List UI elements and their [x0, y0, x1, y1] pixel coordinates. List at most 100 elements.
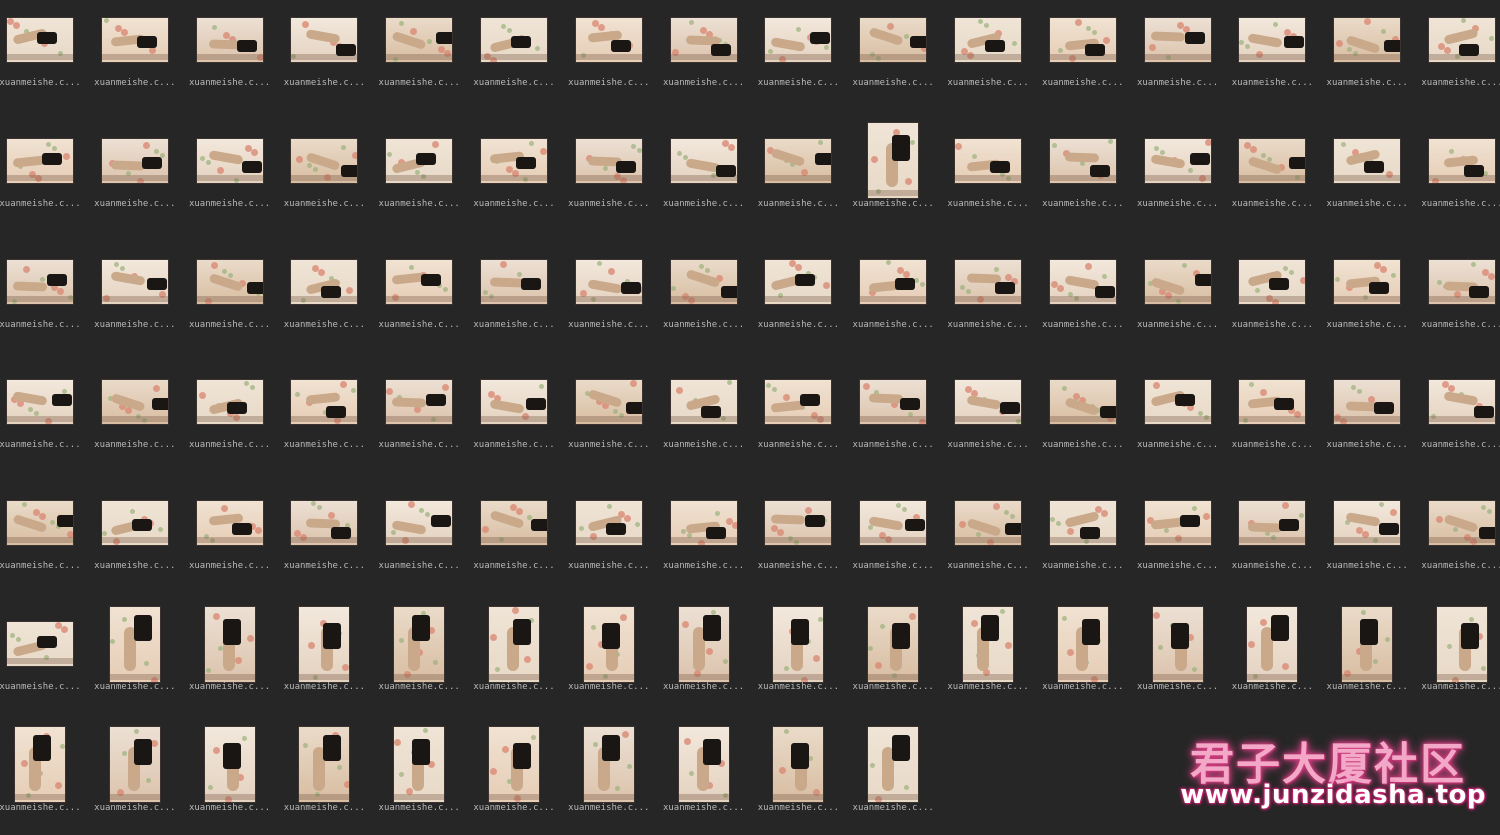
file-item[interactable]: xuanmeishe.c...: [0, 121, 81, 231]
file-item[interactable]: xuanmeishe.c...: [1042, 483, 1123, 593]
file-item[interactable]: xuanmeishe.c...: [1421, 0, 1500, 110]
file-item[interactable]: xuanmeishe.c...: [94, 483, 175, 593]
file-item[interactable]: xuanmeishe.c...: [1232, 483, 1313, 593]
file-item[interactable]: xuanmeishe.c...: [663, 362, 744, 472]
file-item[interactable]: xuanmeishe.c...: [284, 242, 365, 352]
file-item[interactable]: xuanmeishe.c...: [189, 121, 270, 231]
file-item[interactable]: xuanmeishe.c...: [663, 604, 744, 714]
file-item[interactable]: xuanmeishe.c...: [1327, 604, 1408, 714]
file-item[interactable]: xuanmeishe.c...: [1421, 121, 1500, 231]
file-item[interactable]: xuanmeishe.c...: [663, 725, 744, 835]
file-item[interactable]: xuanmeishe.c...: [1327, 483, 1408, 593]
file-item[interactable]: xuanmeishe.c...: [568, 604, 649, 714]
file-item[interactable]: xuanmeishe.c...: [94, 362, 175, 472]
file-item[interactable]: xuanmeishe.c...: [853, 483, 934, 593]
file-item[interactable]: xuanmeishe.c...: [0, 242, 81, 352]
file-item[interactable]: xuanmeishe.c...: [1327, 362, 1408, 472]
file-item[interactable]: xuanmeishe.c...: [189, 725, 270, 835]
file-item[interactable]: xuanmeishe.c...: [1327, 121, 1408, 231]
file-item[interactable]: xuanmeishe.c...: [94, 604, 175, 714]
file-item[interactable]: xuanmeishe.c...: [1137, 604, 1218, 714]
file-item[interactable]: xuanmeishe.c...: [379, 483, 460, 593]
file-item[interactable]: xuanmeishe.c...: [1421, 483, 1500, 593]
file-item[interactable]: xuanmeishe.c...: [189, 483, 270, 593]
file-item[interactable]: xuanmeishe.c...: [284, 483, 365, 593]
file-item[interactable]: xuanmeishe.c...: [1232, 242, 1313, 352]
file-item[interactable]: xuanmeishe.c...: [568, 483, 649, 593]
file-item[interactable]: xuanmeishe.c...: [1421, 242, 1500, 352]
file-item[interactable]: xuanmeishe.c...: [1137, 0, 1218, 110]
file-item[interactable]: xuanmeishe.c...: [0, 725, 81, 835]
file-item[interactable]: xuanmeishe.c...: [758, 242, 839, 352]
file-item[interactable]: xuanmeishe.c...: [947, 604, 1029, 714]
file-item[interactable]: xuanmeishe.c...: [473, 0, 555, 110]
file-item[interactable]: xuanmeishe.c...: [0, 0, 81, 110]
file-item[interactable]: xuanmeishe.c...: [853, 242, 934, 352]
file-item[interactable]: xuanmeishe.c...: [663, 121, 744, 231]
file-item[interactable]: xuanmeishe.c...: [473, 362, 555, 472]
file-item[interactable]: xuanmeishe.c...: [758, 604, 839, 714]
file-item[interactable]: xuanmeishe.c...: [663, 242, 744, 352]
file-item[interactable]: xuanmeishe.c...: [284, 604, 365, 714]
file-item[interactable]: xuanmeishe.c...: [1042, 121, 1123, 231]
file-item[interactable]: xuanmeishe.c...: [568, 0, 649, 110]
file-item[interactable]: xuanmeishe.c...: [1137, 121, 1218, 231]
file-item[interactable]: xuanmeishe.c...: [94, 0, 175, 110]
file-item[interactable]: xuanmeishe.c...: [568, 121, 649, 231]
file-item[interactable]: xuanmeishe.c...: [568, 725, 649, 835]
file-item[interactable]: xuanmeishe.c...: [94, 725, 175, 835]
file-item[interactable]: xuanmeishe.c...: [1042, 362, 1123, 472]
file-item[interactable]: xuanmeishe.c...: [473, 121, 555, 231]
file-item[interactable]: xuanmeishe.c...: [1421, 604, 1500, 714]
file-item[interactable]: xuanmeishe.c...: [1421, 362, 1500, 472]
file-item[interactable]: xuanmeishe.c...: [379, 604, 460, 714]
file-item[interactable]: xuanmeishe.c...: [758, 362, 839, 472]
file-item[interactable]: xuanmeishe.c...: [853, 725, 934, 835]
file-item[interactable]: xuanmeishe.c...: [853, 0, 934, 110]
file-item[interactable]: xuanmeishe.c...: [379, 121, 460, 231]
file-item[interactable]: xuanmeishe.c...: [189, 362, 270, 472]
file-item[interactable]: xuanmeishe.c...: [379, 725, 460, 835]
file-item[interactable]: xuanmeishe.c...: [473, 483, 555, 593]
file-item[interactable]: xuanmeishe.c...: [189, 242, 270, 352]
file-item[interactable]: xuanmeishe.c...: [0, 604, 81, 714]
file-item[interactable]: xuanmeishe.c...: [379, 242, 460, 352]
file-item[interactable]: xuanmeishe.c...: [758, 725, 839, 835]
file-item[interactable]: xuanmeishe.c...: [568, 362, 649, 472]
file-item[interactable]: xuanmeishe.c...: [853, 604, 934, 714]
file-item[interactable]: xuanmeishe.c...: [284, 362, 365, 472]
file-item[interactable]: xuanmeishe.c...: [1137, 242, 1218, 352]
file-item[interactable]: xuanmeishe.c...: [947, 0, 1029, 110]
file-item[interactable]: xuanmeishe.c...: [379, 0, 460, 110]
file-item[interactable]: xuanmeishe.c...: [379, 362, 460, 472]
file-item[interactable]: xuanmeishe.c...: [1137, 483, 1218, 593]
file-item[interactable]: xuanmeishe.c...: [568, 242, 649, 352]
file-item[interactable]: xuanmeishe.c...: [284, 0, 365, 110]
file-item[interactable]: xuanmeishe.c...: [853, 362, 934, 472]
file-item[interactable]: xuanmeishe.c...: [0, 362, 81, 472]
file-item[interactable]: xuanmeishe.c...: [947, 242, 1029, 352]
file-item[interactable]: xuanmeishe.c...: [1232, 0, 1313, 110]
file-item[interactable]: xuanmeishe.c...: [758, 483, 839, 593]
file-item[interactable]: xuanmeishe.c...: [94, 121, 175, 231]
file-item[interactable]: xuanmeishe.c...: [1327, 242, 1408, 352]
file-item[interactable]: xuanmeishe.c...: [473, 604, 555, 714]
file-item[interactable]: xuanmeishe.c...: [0, 483, 81, 593]
file-item[interactable]: xuanmeishe.c...: [284, 121, 365, 231]
file-item[interactable]: xuanmeishe.c...: [1327, 0, 1408, 110]
file-item[interactable]: xuanmeishe.c...: [1232, 121, 1313, 231]
file-item[interactable]: xuanmeishe.c...: [758, 0, 839, 110]
file-item[interactable]: xuanmeishe.c...: [663, 483, 744, 593]
file-item[interactable]: xuanmeishe.c...: [1042, 242, 1123, 352]
file-item[interactable]: xuanmeishe.c...: [758, 121, 839, 231]
file-item[interactable]: xuanmeishe.c...: [947, 483, 1029, 593]
file-item[interactable]: xuanmeishe.c...: [947, 362, 1029, 472]
file-item[interactable]: xuanmeishe.c...: [1232, 362, 1313, 472]
file-item[interactable]: xuanmeishe.c...: [473, 725, 555, 835]
file-item[interactable]: xuanmeishe.c...: [663, 0, 744, 110]
file-item[interactable]: xuanmeishe.c...: [189, 0, 270, 110]
file-item[interactable]: xuanmeishe.c...: [473, 242, 555, 352]
file-item[interactable]: xuanmeishe.c...: [1232, 604, 1313, 714]
file-item[interactable]: xuanmeishe.c...: [947, 121, 1029, 231]
file-item[interactable]: xuanmeishe.c...: [1042, 0, 1123, 110]
